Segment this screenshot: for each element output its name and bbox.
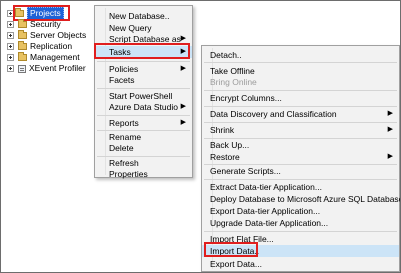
highlight-box-tasks <box>94 43 190 59</box>
menu-item-label: Delete <box>109 143 134 153</box>
tree-item-label: Replication <box>30 41 73 51</box>
expand-icon[interactable] <box>7 65 14 72</box>
profiler-icon <box>18 64 26 73</box>
menu-item-label: Shrink <box>210 125 235 135</box>
menu-separator <box>204 122 397 123</box>
menu-item-label: New Query <box>109 23 152 33</box>
menu-item-label: Reports <box>109 118 139 128</box>
tasks-submenu: Detach.. Take Offline Bring Online Encry… <box>201 45 400 272</box>
menu-item-label: Export Data-tier Application... <box>210 206 321 216</box>
menu-item-delete[interactable]: Delete <box>95 142 192 154</box>
menu-item-label: Take Offline <box>210 66 255 76</box>
expand-icon[interactable] <box>7 43 14 50</box>
menu-item-label: Data Discovery and Classification <box>210 109 337 119</box>
expand-icon[interactable] <box>7 32 14 39</box>
menu-item-bring-online: Bring Online <box>202 76 399 88</box>
menu-item-label: Refresh <box>109 158 139 168</box>
menu-item-label: Detach.. <box>210 50 242 60</box>
menu-item-label: Back Up... <box>210 140 250 150</box>
menu-item-label: New Database.. <box>109 11 170 21</box>
menu-item-deploy-azure[interactable]: Deploy Database to Microsoft Azure SQL D… <box>202 193 401 205</box>
menu-item-label: Azure Data Studio <box>109 102 178 112</box>
folder-icon <box>18 52 27 61</box>
menu-item-label: Properties <box>109 169 148 179</box>
menu-item-reports[interactable]: Reports ▶ <box>95 117 192 129</box>
menu-item-label: Extract Data-tier Application... <box>210 182 322 192</box>
menu-item-label: Rename <box>109 132 142 142</box>
menu-separator <box>97 115 190 116</box>
tree-item-server-objects[interactable]: Server Objects <box>7 30 86 41</box>
tree-item-label: XEvent Profiler <box>29 63 86 73</box>
folder-icon <box>18 41 27 50</box>
menu-separator <box>97 88 190 89</box>
screenshot-frame: Projects Security Server Objects Replica… <box>0 0 401 273</box>
menu-item-shrink[interactable]: Shrink ▶ <box>202 124 399 136</box>
menu-separator <box>204 106 397 107</box>
menu-item-label: Generate Scripts... <box>210 166 281 176</box>
submenu-arrow-icon: ▶ <box>387 126 393 133</box>
menu-separator <box>97 61 190 62</box>
tree-item-replication[interactable]: Replication <box>7 41 72 52</box>
folder-icon <box>18 19 27 28</box>
menu-item-new-database[interactable]: New Database.. <box>95 10 192 22</box>
menu-item-extract-data-tier[interactable]: Extract Data-tier Application... <box>202 181 399 193</box>
menu-item-label: Export Data... <box>210 259 262 269</box>
menu-item-label: Facets <box>109 75 135 85</box>
menu-item-label: Policies <box>109 64 139 74</box>
menu-item-upgrade-data-tier[interactable]: Upgrade Data-tier Application... <box>202 217 399 229</box>
tree-item-security[interactable]: Security <box>7 19 61 30</box>
menu-item-data-discovery[interactable]: Data Discovery and Classification ▶ <box>202 108 399 120</box>
menu-item-export-data[interactable]: Export Data... <box>202 258 399 270</box>
menu-item-generate-scripts[interactable]: Generate Scripts... <box>202 165 399 177</box>
database-context-menu: New Database.. New Query Script Database… <box>94 5 193 180</box>
menu-separator <box>204 179 397 180</box>
menu-separator <box>204 90 397 91</box>
expand-icon[interactable] <box>7 54 14 61</box>
submenu-arrow-icon: ▶ <box>180 103 186 110</box>
folder-icon <box>18 30 27 39</box>
menu-item-label: Restore <box>210 152 240 162</box>
tree-item-label: Management <box>30 52 80 62</box>
menu-item-label: Start PowerShell <box>109 91 173 101</box>
menu-item-restore[interactable]: Restore ▶ <box>202 151 399 163</box>
submenu-arrow-icon: ▶ <box>180 119 186 126</box>
tree-item-label: Server Objects <box>30 30 87 40</box>
tree-item-xevent-profiler[interactable]: XEvent Profiler <box>7 63 86 74</box>
menu-item-properties[interactable]: Properties <box>95 168 192 180</box>
menu-separator <box>204 62 397 63</box>
menu-item-label: Bring Online <box>210 77 257 87</box>
menu-item-detach[interactable]: Detach.. <box>202 49 399 61</box>
menu-separator <box>204 231 397 232</box>
menu-item-back-up[interactable]: Back Up... <box>202 139 399 151</box>
highlight-box-import-data <box>204 242 258 257</box>
object-explorer-tree: Projects Security Server Objects Replica… <box>1 1 101 272</box>
menu-item-label: Encrypt Columns... <box>210 93 282 103</box>
tree-item-management[interactable]: Management <box>7 52 80 63</box>
menu-item-azure-data-studio[interactable]: Azure Data Studio ▶ <box>95 101 192 113</box>
menu-item-label: Upgrade Data-tier Application... <box>210 218 329 228</box>
menu-item-encrypt-columns[interactable]: Encrypt Columns... <box>202 92 399 104</box>
submenu-arrow-icon: ▶ <box>387 110 393 117</box>
submenu-arrow-icon: ▶ <box>387 153 393 160</box>
expand-icon[interactable] <box>7 21 14 28</box>
tree-item-label: Security <box>30 19 61 29</box>
menu-item-label: Deploy Database to Microsoft Azure SQL D… <box>210 194 401 204</box>
menu-item-facets[interactable]: Facets <box>95 74 192 86</box>
menu-item-export-data-tier[interactable]: Export Data-tier Application... <box>202 205 399 217</box>
